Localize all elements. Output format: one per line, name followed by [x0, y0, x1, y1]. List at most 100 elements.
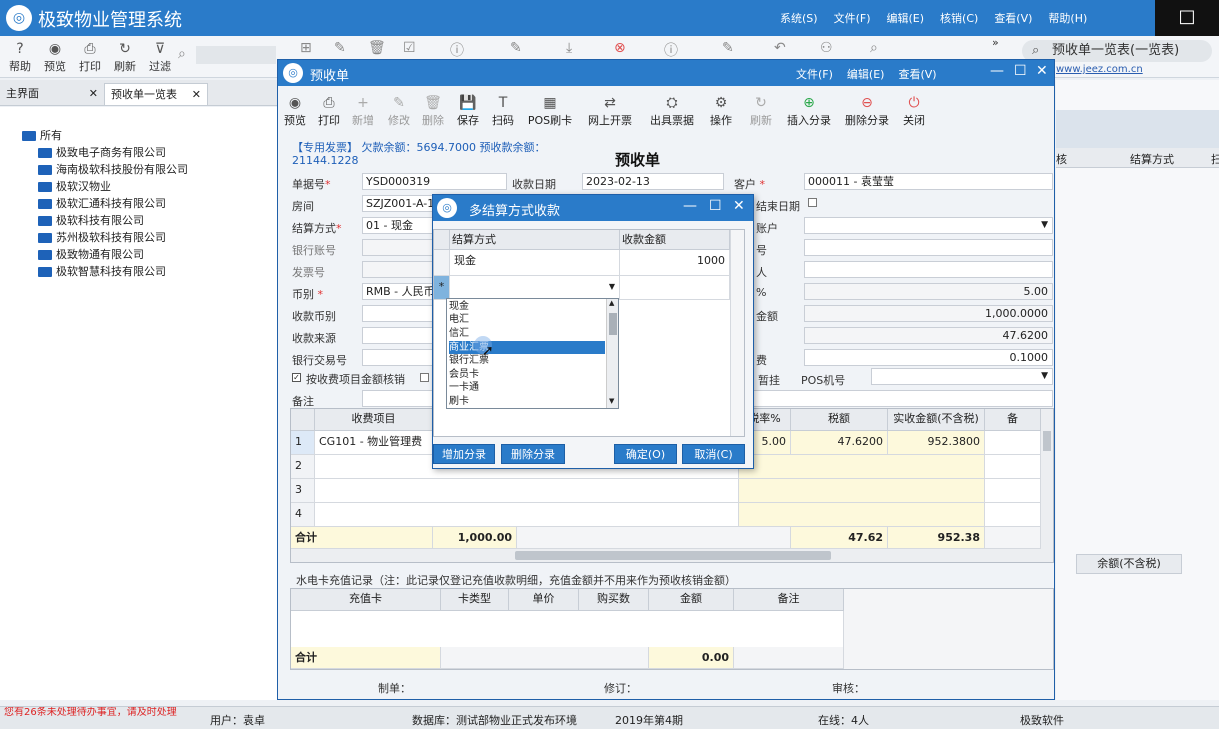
tab-receipt-list[interactable]: 预收单一览表 ✕	[104, 83, 208, 105]
vertical-scrollbar[interactable]	[1041, 409, 1053, 562]
doc-no-field[interactable]: YSD000319	[362, 173, 507, 190]
menu-view[interactable]: 查看(V)	[994, 10, 1032, 26]
chevron-down-icon[interactable]: ▼	[609, 276, 615, 298]
new-button[interactable]: + 新增	[350, 94, 376, 128]
filter-button[interactable]: ⊽ 过滤	[146, 40, 174, 74]
menu-file[interactable]: 文件(F)	[796, 66, 833, 82]
list-summary-header: 余额(不含税)	[1076, 554, 1182, 574]
cell-net[interactable]: 952.3800	[888, 431, 985, 455]
no-field[interactable]	[804, 239, 1053, 256]
card-grid-body[interactable]	[291, 611, 844, 647]
add-entry-button[interactable]: 增加分录	[433, 444, 495, 464]
tree-item[interactable]: 海南极软科技股份有限公司	[38, 162, 188, 178]
app-logo-icon: ◎	[283, 63, 303, 83]
todo-notice[interactable]: 您有26条未处理待办事宜，请及时处理	[4, 707, 204, 729]
menu-verify[interactable]: 核销(C)	[940, 10, 978, 26]
form-heading: 预收单	[615, 151, 661, 169]
tree-item[interactable]: 极软汇通科技有限公司	[38, 196, 166, 212]
e-invoice-button[interactable]: ⇄ 网上开票	[584, 94, 636, 128]
ok-button[interactable]: 确定(O)	[614, 444, 677, 464]
cell-tax[interactable]: 47.6200	[791, 431, 888, 455]
end-date-checkbox[interactable]	[808, 198, 817, 207]
preview-button[interactable]: ◉ 预览	[282, 94, 308, 128]
minimize-icon[interactable]: —	[990, 63, 1004, 79]
dropdown-option[interactable]: 信汇	[449, 327, 605, 340]
tax-field[interactable]: 47.6200	[804, 327, 1053, 344]
menu-edit[interactable]: 编辑(E)	[847, 66, 885, 82]
menu-system[interactable]: 系统(S)	[780, 10, 818, 26]
dropdown-option[interactable]: 电汇	[449, 313, 605, 326]
menu-file[interactable]: 文件(F)	[834, 10, 871, 26]
main-search-input[interactable]	[196, 46, 276, 64]
settle-method-combo[interactable]: ▼	[450, 276, 620, 300]
cell-fee-item[interactable]: CG101 - 物业管理费	[315, 431, 433, 455]
second-checkbox[interactable]	[420, 373, 429, 382]
dropdown-scrollbar[interactable]: ▲ ▼	[606, 299, 618, 408]
maximize-icon[interactable]: ☐	[1014, 63, 1027, 79]
account-select[interactable]: ▼	[804, 217, 1053, 234]
menu-view[interactable]: 查看(V)	[898, 66, 936, 82]
customer-field[interactable]: 000011 - 袁莹莹	[804, 173, 1053, 190]
more-icon[interactable]: »	[992, 36, 999, 49]
fee-field[interactable]: 0.1000	[804, 349, 1053, 366]
dialog-grid-scrollbar[interactable]	[730, 230, 744, 436]
amount-field[interactable]: 1,000.0000	[804, 305, 1053, 322]
person-field[interactable]	[804, 261, 1053, 278]
scroll-thumb[interactable]	[515, 551, 831, 560]
pos-select[interactable]: ▼	[871, 368, 1053, 385]
dropdown-option[interactable]: 一卡通	[449, 381, 605, 394]
close-icon[interactable]: ✕	[89, 83, 98, 105]
insert-entry-button[interactable]: ⊕ 插入分录	[784, 94, 834, 128]
close-icon[interactable]: ✕	[1036, 63, 1048, 79]
dropdown-option[interactable]: 现金	[449, 300, 605, 313]
close-icon[interactable]: ✕	[192, 84, 201, 106]
delete-entry-button[interactable]: ⊖ 删除分录	[842, 94, 892, 128]
cell-recv-amount[interactable]: 1000	[620, 250, 730, 276]
scroll-up-icon[interactable]: ▲	[609, 299, 614, 307]
print-button[interactable]: ⎙ 打印	[316, 94, 342, 128]
scroll-thumb[interactable]	[1043, 431, 1051, 451]
tree-item[interactable]: 极致物通有限公司	[38, 247, 144, 263]
close-icon[interactable]: ✕	[733, 198, 745, 214]
dropdown-option[interactable]: 会员卡	[449, 368, 605, 381]
maximize-button[interactable]: □	[1155, 0, 1219, 36]
close-button[interactable]: ⏻ 关闭	[900, 94, 928, 128]
menu-help[interactable]: 帮助(H)	[1048, 10, 1087, 26]
delete-entry-button[interactable]: 删除分录	[501, 444, 565, 464]
tree-item[interactable]: 极软智慧科技有限公司	[38, 264, 166, 280]
website-link[interactable]: www.jeez.com.cn	[1056, 64, 1143, 75]
settle-method-dropdown: 现金 电汇 信汇 商业汇票 银行汇票 会员卡 一卡通 刷卡 ▲ ▼	[446, 298, 619, 409]
scroll-thumb[interactable]	[609, 313, 617, 335]
cancel-button[interactable]: 取消(C)	[682, 444, 745, 464]
date-field[interactable]: 2023-02-13	[582, 173, 724, 190]
tree-root[interactable]: 所有	[22, 128, 62, 144]
menu-edit[interactable]: 编辑(E)	[887, 10, 925, 26]
modify-button[interactable]: ✎ 修改	[386, 94, 412, 128]
preview-button[interactable]: ◉ 预览	[41, 40, 69, 74]
tree-item[interactable]: 极致电子商务有限公司	[38, 145, 166, 161]
dropdown-option[interactable]: 银行汇票	[449, 354, 605, 367]
horizontal-scrollbar[interactable]	[291, 549, 1041, 562]
issue-receipt-button[interactable]: ⛭ 出具票据	[646, 94, 698, 128]
tab-main[interactable]: 主界面 ✕	[0, 83, 104, 105]
refresh-button[interactable]: ↻ 刷新	[111, 40, 139, 74]
tree-item[interactable]: 苏州极软科技有限公司	[38, 230, 166, 246]
refresh-button[interactable]: ↻ 刷新	[748, 94, 774, 128]
dropdown-option-selected[interactable]: 商业汇票	[449, 341, 605, 354]
pct-field[interactable]: 5.00	[804, 283, 1053, 300]
tree-item[interactable]: 极软科技有限公司	[38, 213, 144, 229]
scroll-down-icon[interactable]: ▼	[609, 397, 614, 405]
print-button[interactable]: ⎙ 打印	[76, 40, 104, 74]
operation-button[interactable]: ⚙ 操作	[708, 94, 734, 128]
match-by-item-checkbox[interactable]: ✓	[292, 373, 301, 382]
help-button[interactable]: ? 帮助	[6, 40, 34, 74]
pos-card-button[interactable]: ▦ POS刷卡	[524, 94, 576, 128]
tree-item[interactable]: 极软汉物业	[38, 179, 111, 195]
minimize-icon[interactable]: —	[683, 198, 697, 214]
cell-settle-method[interactable]: 现金	[450, 250, 620, 276]
dropdown-option[interactable]: 刷卡	[449, 395, 605, 408]
scan-button[interactable]: T 扫码	[490, 94, 516, 128]
maximize-icon[interactable]: ☐	[709, 198, 722, 214]
save-button[interactable]: 💾 保存	[455, 94, 481, 128]
delete-button[interactable]: 🗑 删除	[420, 94, 446, 128]
